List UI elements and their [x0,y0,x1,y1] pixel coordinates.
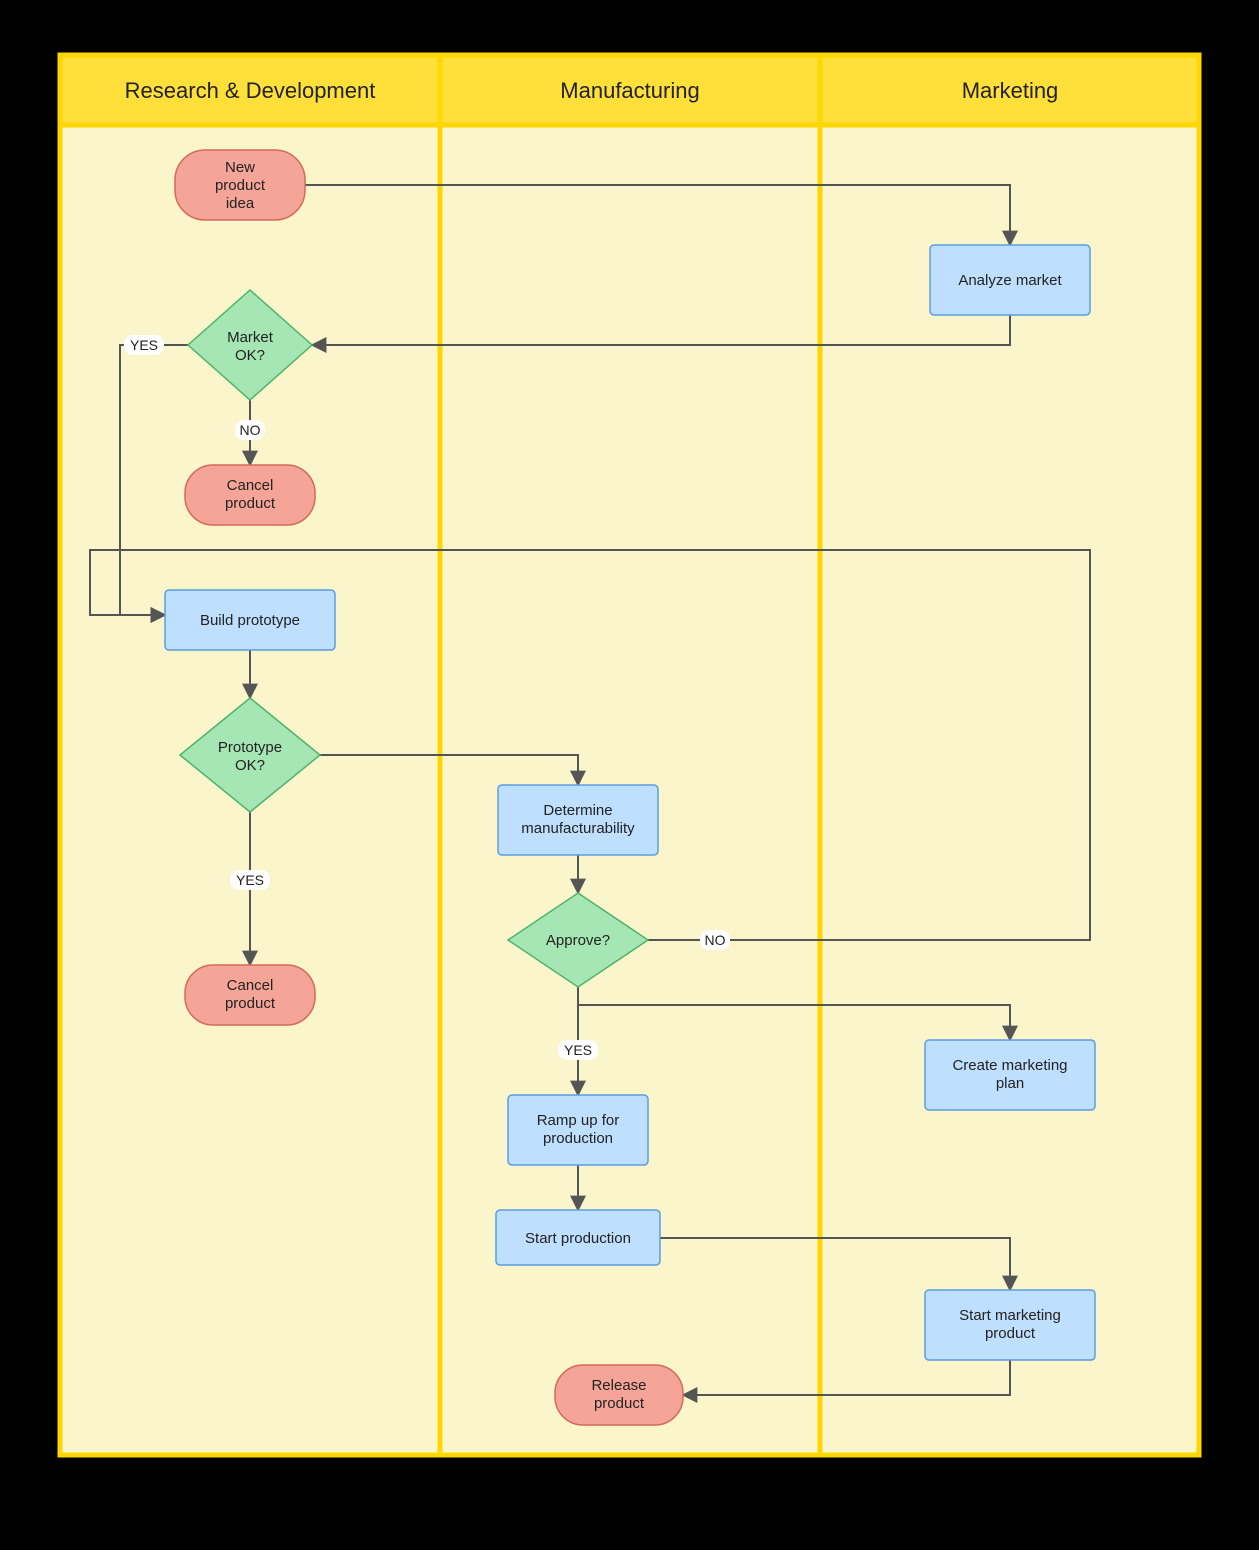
label-approve-no: NO [705,932,726,948]
svg-text:product: product [225,495,276,512]
svg-text:New: New [225,159,255,176]
svg-text:Cancel: Cancel [227,477,274,494]
lane-title-mkt: Marketing [962,78,1059,103]
svg-text:OK?: OK? [235,347,265,364]
svg-text:Market: Market [227,329,274,346]
node-start-marketing-product: Start marketing product [925,1290,1095,1360]
diagram-frame: Research & Development Manufacturing Mar… [0,0,1259,1550]
svg-text:Start production: Start production [525,1230,631,1247]
svg-text:product: product [215,177,266,194]
svg-text:Analyze market: Analyze market [958,272,1062,289]
svg-text:manufacturability: manufacturability [521,820,635,837]
svg-text:Create marketing: Create marketing [952,1057,1067,1074]
svg-text:Start marketing: Start marketing [959,1307,1061,1324]
node-cancel-product-1: Cancel product [185,465,315,525]
svg-text:OK?: OK? [235,757,265,774]
svg-text:product: product [594,1395,645,1412]
node-cancel-product-2: Cancel product [185,965,315,1025]
svg-text:Determine: Determine [543,802,612,819]
node-determine-manufacturability: Determine manufacturability [498,785,658,855]
svg-text:production: production [543,1130,613,1147]
svg-text:Cancel: Cancel [227,977,274,994]
svg-text:Ramp up for: Ramp up for [537,1112,620,1129]
svg-text:plan: plan [996,1075,1024,1092]
label-proto-yes: YES [236,872,264,888]
svg-text:product: product [225,995,276,1012]
svg-text:Approve?: Approve? [546,932,610,949]
node-build-prototype: Build prototype [165,590,335,650]
node-release-product: Release product [555,1365,683,1425]
label-market-yes: YES [130,337,158,353]
swimlane-canvas: Research & Development Manufacturing Mar… [0,0,1259,1550]
svg-text:Prototype: Prototype [218,739,282,756]
svg-text:Release: Release [591,1377,646,1394]
node-start-production: Start production [496,1210,660,1265]
node-analyze-market: Analyze market [930,245,1090,315]
svg-text:product: product [985,1325,1036,1342]
lane-title-rd: Research & Development [125,78,376,103]
node-new-product-idea: New product idea [175,150,305,220]
svg-text:idea: idea [226,195,255,212]
label-approve-yes: YES [564,1042,592,1058]
lane-title-mfg: Manufacturing [560,78,699,103]
svg-text:Build prototype: Build prototype [200,612,300,629]
node-ramp-up-production: Ramp up for production [508,1095,648,1165]
node-create-marketing-plan: Create marketing plan [925,1040,1095,1110]
label-market-no: NO [240,422,261,438]
